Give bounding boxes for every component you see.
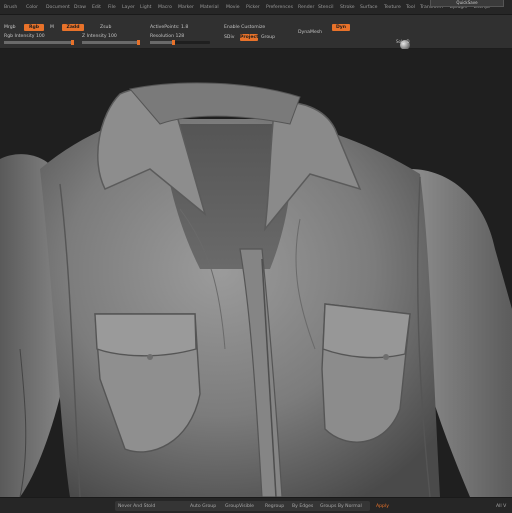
groups-by-normal-button[interactable]: Groups By Normal bbox=[320, 504, 362, 509]
menu-item-tool[interactable]: Tool bbox=[406, 5, 415, 10]
menu-item-movie[interactable]: Movie bbox=[226, 5, 240, 10]
menu-item-texture[interactable]: Texture bbox=[384, 5, 401, 10]
active-points-readout: ActivePoints: 1.8 bbox=[150, 25, 189, 30]
regroup-button[interactable]: Regroup bbox=[265, 504, 284, 509]
right-pocket-flap bbox=[322, 303, 411, 359]
rgb-button[interactable]: Rgb bbox=[24, 24, 44, 31]
solo-label: Solo_D bbox=[396, 39, 410, 44]
apply-button[interactable]: Apply bbox=[376, 504, 389, 509]
menu-item-surface[interactable]: Surface bbox=[360, 5, 378, 10]
shirt-model bbox=[0, 49, 512, 497]
group-visible-button[interactable]: GroupVisible bbox=[225, 504, 254, 509]
project-button[interactable]: Project bbox=[240, 34, 258, 41]
menu-item-macro[interactable]: Macro bbox=[158, 5, 172, 10]
menu-item-color[interactable]: Color bbox=[26, 5, 38, 10]
menu-item-picker[interactable]: Picker bbox=[246, 5, 260, 10]
z-intensity-slider[interactable] bbox=[82, 40, 140, 45]
menu-item-document[interactable]: Document bbox=[46, 5, 70, 10]
dyn-toggle[interactable]: Dyn bbox=[332, 24, 350, 31]
menu-item-material[interactable]: Material bbox=[200, 5, 219, 10]
menu-item-preferences[interactable]: Preferences bbox=[266, 5, 293, 10]
z-intensity-label: Z Intensity 100 bbox=[82, 34, 117, 39]
by-edges-button[interactable]: By Edges bbox=[292, 504, 313, 509]
right-pocket-button bbox=[383, 354, 389, 360]
menu-item-render[interactable]: Render bbox=[298, 5, 314, 10]
left-pocket-flap bbox=[94, 313, 197, 357]
menu-bar: Brush Color Document Draw Edit File Laye… bbox=[0, 0, 512, 15]
m-button[interactable]: M bbox=[50, 25, 54, 30]
menu-item-edit[interactable]: Edit bbox=[92, 5, 101, 10]
menu-item-brush[interactable]: Brush bbox=[4, 5, 17, 10]
dynamesh-button[interactable]: DynaMesh bbox=[298, 30, 322, 35]
mrgb-button[interactable]: Mrgb bbox=[4, 25, 16, 30]
bottom-shelf: Never And Stold Auto Group GroupVisible … bbox=[0, 497, 512, 513]
zadd-button[interactable]: Zadd bbox=[62, 24, 84, 31]
group-button[interactable]: Group bbox=[261, 35, 275, 40]
top-shelf: Mrgb Rgb M Rgb Intensity 100 Zadd Zsub Z… bbox=[0, 15, 512, 50]
menu-item-light[interactable]: Light bbox=[140, 5, 151, 10]
all-visible-button[interactable]: All V bbox=[496, 504, 506, 509]
viewport-canvas[interactable] bbox=[0, 49, 512, 497]
menu-item-file[interactable]: File bbox=[108, 5, 116, 10]
never-and-stold-button[interactable]: Never And Stold bbox=[118, 504, 155, 509]
sdiv-button[interactable]: SDiv bbox=[224, 35, 234, 40]
menu-item-stroke[interactable]: Stroke bbox=[340, 5, 355, 10]
enable-customize-button[interactable]: Enable Customize bbox=[224, 25, 265, 30]
zsub-button[interactable]: Zsub bbox=[100, 25, 111, 30]
menu-item-layer[interactable]: Layer bbox=[122, 5, 135, 10]
resolution-label: Resolution 128 bbox=[150, 34, 185, 39]
menu-item-marker[interactable]: Marker bbox=[178, 5, 194, 10]
left-pocket-button bbox=[147, 354, 153, 360]
auto-group-button[interactable]: Auto Group bbox=[190, 504, 216, 509]
rgb-intensity-label: Rgb Intensity 100 bbox=[4, 34, 45, 39]
rgb-intensity-slider[interactable] bbox=[4, 40, 74, 45]
resolution-slider[interactable] bbox=[150, 40, 210, 45]
menu-item-stencil[interactable]: Stencil bbox=[318, 5, 334, 10]
quicksave-button[interactable]: QuickSave bbox=[430, 0, 504, 7]
menu-item-draw[interactable]: Draw bbox=[74, 5, 86, 10]
